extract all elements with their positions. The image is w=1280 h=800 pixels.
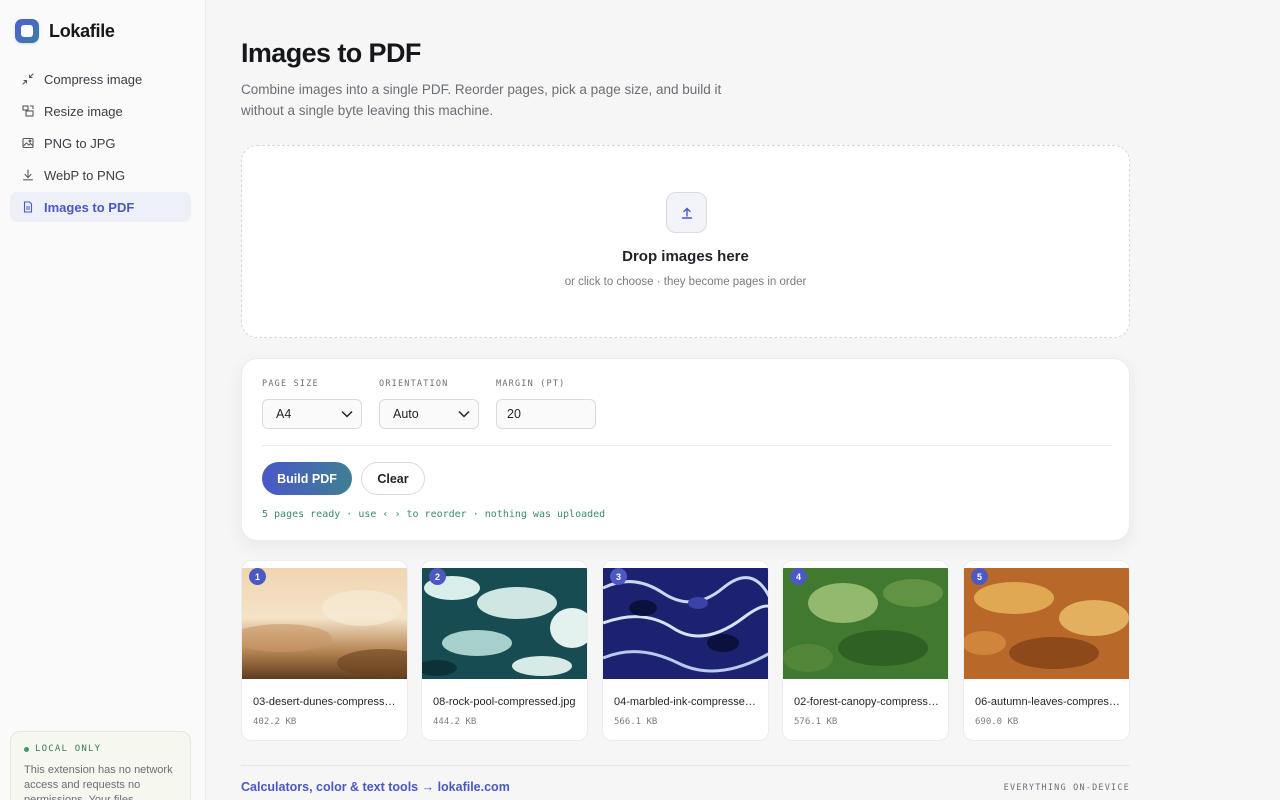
page-number-badge: 3 [610,568,627,585]
divider [262,445,1112,446]
sidebar: Lokafile Compress image Resize image PNG… [0,0,206,800]
upload-icon [681,207,692,219]
sidebar-item-images-to-pdf[interactable]: Images to PDF [10,192,191,222]
document-icon [23,201,33,213]
sidebar-nav: Compress image Resize image PNG to JPG W… [10,64,191,224]
page-thumbnail [783,568,948,679]
brand-name: Lokafile [49,20,115,41]
options-panel: PAGE SIZE A4 ORIENTATION Auto MARGIN (PT… [241,358,1130,541]
status-dot-icon [24,746,29,752]
page-thumbnail [422,568,587,679]
page-thumbnail [964,568,1129,679]
page-size-value: A4 [276,407,292,421]
orientation-select[interactable]: Auto [379,399,479,429]
page-filesize: 444.2 KB [433,717,477,727]
orientation-value: Auto [393,407,419,421]
orientation-field: ORIENTATION Auto [379,379,479,429]
footer-link[interactable]: Calculators, color & text tools → lokafi… [241,780,510,794]
brand[interactable]: Lokafile [15,19,115,43]
sidebar-item-label: Compress image [44,71,143,87]
page-filesize: 576.1 KB [794,717,838,727]
page-card[interactable]: 5 06-autumn-leaves-compressed.jpg 690.0 … [963,560,1130,741]
resize-icon [22,105,34,117]
sidebar-item-label: Resize image [44,103,123,119]
page-thumbnail [603,568,768,679]
page-title: Images to PDF [241,38,421,68]
sidebar-item-label: WebP to PNG [44,167,126,183]
margin-label: MARGIN (PT) [496,379,566,389]
compress-icon [22,73,34,85]
page-card[interactable]: 1 03-desert-dunes-compressed.jpg 402.2 K… [241,560,408,741]
sidebar-item-webp-to-png[interactable]: WebP to PNG [10,160,191,190]
page-subtitle: Combine images into a single PDF. Reorde… [241,82,722,118]
footer-tagline: EVERYTHING ON-DEVICE [1003,783,1130,793]
image-icon [22,137,34,149]
download-icon [22,169,34,181]
chevron-down-icon [458,410,470,418]
orientation-label: ORIENTATION [379,379,449,389]
page-number-badge: 5 [971,568,988,585]
logo-icon [15,19,39,43]
local-only-text: This extension has no network access and… [24,764,173,800]
page-filesize: 402.2 KB [253,717,297,727]
page-card[interactable]: 2 08-rock-pool-compressed.jpg 444.2 KB [421,560,588,741]
page-filename: 03-desert-dunes-compressed.jpg [253,696,398,708]
page-filename: 08-rock-pool-compressed.jpg [433,696,576,708]
chevron-down-icon [341,410,353,418]
margin-input[interactable]: 20 [496,399,596,429]
page-number-badge: 4 [790,568,807,585]
dropzone[interactable]: Drop images here or click to choose · th… [241,145,1130,338]
page-filename: 02-forest-canopy-compressed.jpg [794,696,939,708]
upload-button[interactable] [666,192,707,233]
page-size-label: PAGE SIZE [262,379,319,389]
page-thumbnail [242,568,407,679]
page-size-select[interactable]: A4 [262,399,362,429]
dropzone-title: Drop images here [622,248,749,265]
sidebar-item-label: PNG to JPG [44,135,116,151]
local-only-card: LOCAL ONLY This extension has no network… [10,731,191,800]
page-filename: 04-marbled-ink-compressed.jpg [614,696,759,708]
clear-button[interactable]: Clear [361,462,425,495]
local-only-label: LOCAL ONLY [35,744,102,754]
page-number-badge: 1 [249,568,266,585]
page-number-badge: 2 [429,568,446,585]
build-pdf-button[interactable]: Build PDF [262,462,352,495]
page-filesize: 690.0 KB [975,717,1019,727]
page-filename: 06-autumn-leaves-compressed.jpg [975,696,1120,708]
page-list: 1 03-desert-dunes-compressed.jpg 402.2 K… [241,560,1130,741]
page-card[interactable]: 3 04-marbled-ink-compressed.jpg 566.1 KB [602,560,769,741]
page-size-field: PAGE SIZE A4 [262,379,362,429]
sidebar-item-png-to-jpg[interactable]: PNG to JPG [10,128,191,158]
margin-field: MARGIN (PT) 20 [496,379,596,429]
status-text: 5 pages ready · use ‹ › to reorder · not… [262,509,606,520]
sidebar-item-resize-image[interactable]: Resize image [10,96,191,126]
page-card[interactable]: 4 02-forest-canopy-compressed.jpg 576.1 … [782,560,949,741]
footer-divider [241,765,1130,766]
sidebar-item-compress-image[interactable]: Compress image [10,64,191,94]
dropzone-subtitle: or click to choose · they become pages i… [564,276,807,288]
page-filesize: 566.1 KB [614,717,658,727]
sidebar-item-label: Images to PDF [44,199,135,215]
